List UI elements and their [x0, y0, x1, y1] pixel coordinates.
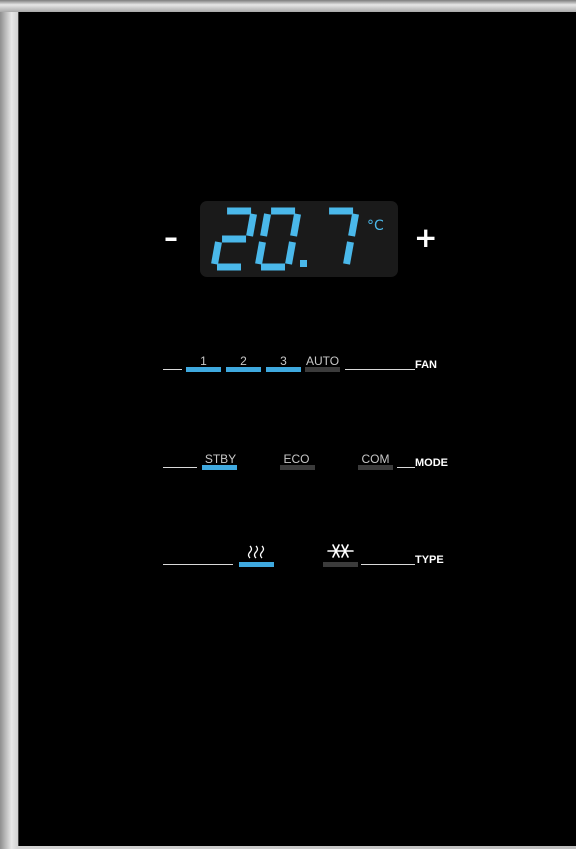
mode-option-com-button[interactable] [358, 465, 393, 470]
segment-c [343, 241, 354, 265]
segment-b [290, 213, 301, 237]
heat-waves-icon [239, 543, 274, 559]
segment-e [211, 241, 222, 265]
fan-row-line-right [345, 369, 415, 370]
mode-row-line-right [397, 467, 415, 468]
snowflake-icon [323, 543, 358, 559]
fan-option-3-label: 3 [280, 354, 287, 368]
mode-option-stby-button[interactable] [202, 465, 237, 470]
fan-option-2-button[interactable] [226, 367, 261, 372]
fan-option-1-button[interactable] [186, 367, 221, 372]
segment-c [285, 241, 296, 265]
fan-option-auto-label: AUTO [305, 354, 340, 368]
mode-option-eco-label: ECO [283, 452, 310, 466]
fan-option-auto-button[interactable] [305, 367, 340, 372]
temperature-unit: °C [367, 218, 384, 234]
fan-row-label: FAN [415, 359, 437, 371]
mode-option-eco-button[interactable] [280, 465, 315, 470]
decimal-point [300, 260, 307, 267]
segment-b [348, 213, 359, 237]
type-row-label: TYPE [415, 554, 444, 566]
temperature-digits [211, 207, 359, 271]
segment-b [246, 213, 257, 237]
fan-option-2-label: 2 [240, 354, 247, 368]
minus-button[interactable]: – [160, 224, 182, 252]
type-row-line-right [361, 564, 415, 565]
type-row-line-left [163, 564, 233, 565]
segment-e [255, 241, 266, 265]
fan-option-3-button[interactable] [266, 367, 301, 372]
mode-option-com-label: COM [361, 452, 390, 466]
device-frame-top [0, 0, 576, 12]
mode-option-stby-label: STBY [204, 452, 237, 466]
temperature-display: °C [200, 201, 398, 277]
segment-f [260, 213, 271, 237]
mode-row-line-left [163, 467, 197, 468]
fan-row-line-left [163, 369, 182, 370]
type-cooling-button[interactable] [323, 562, 358, 567]
type-heating-button[interactable] [239, 562, 274, 567]
thermostat-panel: – °C + 1 2 3 AUTO FAN STBY ECO COM MODE [18, 12, 576, 846]
plus-button[interactable]: + [414, 224, 437, 252]
fan-option-1-label: 1 [200, 354, 207, 368]
mode-row-label: MODE [415, 457, 448, 469]
